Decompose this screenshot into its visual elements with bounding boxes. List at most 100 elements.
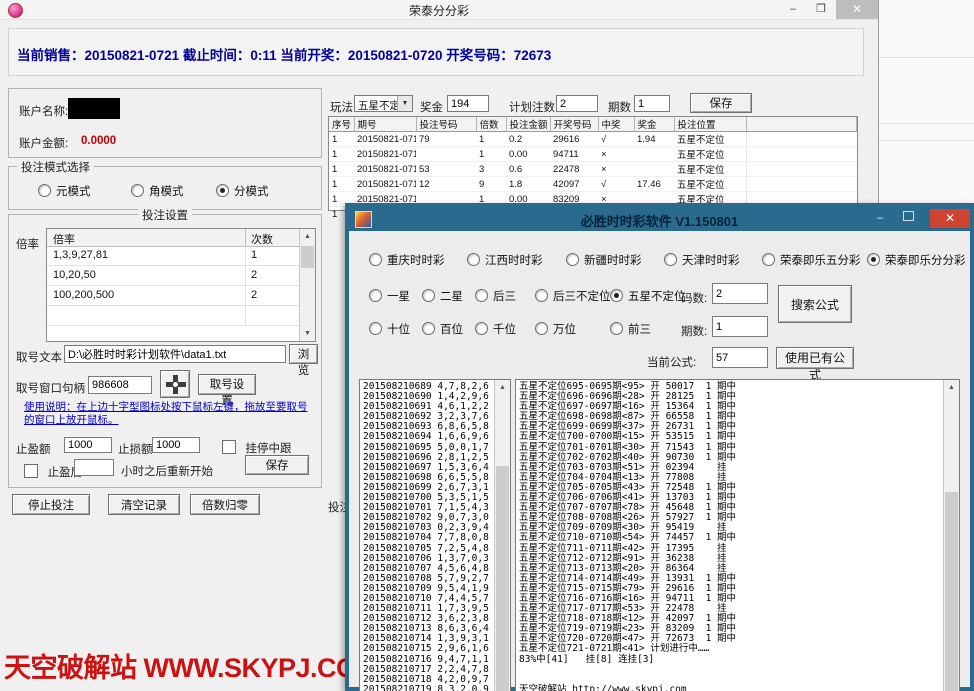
- code-count-input[interactable]: [712, 283, 768, 304]
- titlebar[interactable]: 荣泰分分彩 – ❒ ✕: [0, 0, 878, 20]
- bet-cell: [746, 132, 857, 147]
- mode-option[interactable]: 角模式: [131, 182, 184, 198]
- fetch-setup-button[interactable]: 取号设置: [198, 374, 256, 395]
- position-option[interactable]: 百位: [422, 320, 463, 336]
- maximize-button[interactable]: [896, 209, 920, 228]
- radio-icon: [422, 322, 435, 335]
- rate-row[interactable]: [47, 306, 300, 326]
- bet-row[interactable]: 120150821-07175330.622478×五星不定位: [329, 162, 857, 177]
- prize-input[interactable]: [447, 95, 489, 112]
- mode-option[interactable]: 元模式: [38, 182, 91, 198]
- bet-cell: ×: [598, 147, 634, 162]
- current-formula-input[interactable]: [712, 347, 768, 368]
- result-lines: 五星不定位695-0695期<95> 开 50017 1 期中五星不定位696-…: [519, 382, 943, 691]
- scrollbar-thumb[interactable]: [496, 466, 509, 691]
- bet-type-option[interactable]: 后三: [475, 287, 516, 303]
- fetch-path-input[interactable]: [64, 345, 286, 363]
- settings-legend: 投注设置: [138, 207, 192, 223]
- scrollbar-thumb[interactable]: [301, 246, 314, 268]
- result-list-scrollbar[interactable]: [943, 380, 959, 691]
- chevron-down-icon[interactable]: [397, 96, 412, 111]
- bet-row[interactable]: 120150821-07157910.229616√1.94五星不定位: [329, 132, 857, 147]
- rate-table-body[interactable]: 1,3,9,27,81110,20,502100,200,5002: [47, 246, 300, 341]
- rate-row[interactable]: 1,3,9,27,811: [47, 246, 300, 266]
- stop-loss-input[interactable]: [152, 437, 200, 453]
- draw-number-list[interactable]: 201508210689 4,7,8,2,6201508210690 1,4,2…: [359, 379, 511, 691]
- pause-follow-label: 挂停中跟: [245, 443, 291, 455]
- position-option[interactable]: 前三: [610, 320, 651, 336]
- bet-cell: 1: [329, 147, 354, 162]
- scroll-up-icon[interactable]: [495, 380, 510, 395]
- mode-option[interactable]: 分模式: [216, 182, 269, 198]
- minimize-button[interactable]: –: [780, 0, 806, 19]
- bet-history-table[interactable]: 序号期号投注号码倍数投注金额开奖号码中奖奖金投注位置 120150821-071…: [328, 116, 858, 211]
- rate-row[interactable]: 100,200,5002: [47, 286, 300, 306]
- play-type-select[interactable]: 五星不定位: [354, 95, 413, 112]
- bet-row[interactable]: 120150821-071610.0094711×五星不定位: [329, 147, 857, 162]
- scroll-up-icon[interactable]: [944, 380, 959, 395]
- prize-label: 奖金: [420, 99, 443, 115]
- game-option[interactable]: 天津时时彩: [664, 251, 740, 267]
- period-count-input[interactable]: [634, 95, 670, 112]
- resume-hours-input[interactable]: [74, 459, 114, 476]
- crosshair-drag-icon[interactable]: [160, 370, 190, 398]
- bet-col-header: 投注位置: [674, 117, 746, 132]
- status-panel: 当前销售：20150821-0721 截止时间：0:11 当前开奖：201508…: [8, 28, 864, 76]
- position-option[interactable]: 千位: [475, 320, 516, 336]
- handle-input[interactable]: [88, 376, 152, 394]
- scroll-down-icon[interactable]: [300, 326, 315, 341]
- bet-cell: 3: [476, 162, 506, 177]
- game-option[interactable]: 新疆时时彩: [566, 251, 642, 267]
- scrollbar-thumb[interactable]: [945, 492, 958, 691]
- draw-list-scrollbar[interactable]: [494, 380, 510, 691]
- maximize-button[interactable]: ❒: [808, 0, 834, 19]
- titlebar[interactable]: 必胜时时彩软件 V1.150801 – ✕: [349, 207, 970, 231]
- rate-table-scrollbar[interactable]: [299, 229, 315, 341]
- divider: [878, 140, 974, 141]
- close-button[interactable]: ✕: [930, 209, 970, 228]
- bet-type-option[interactable]: 二星: [422, 287, 463, 303]
- crosshair-center: [173, 382, 178, 387]
- bet-type-option[interactable]: 五星不定位: [610, 287, 686, 303]
- save-settings-button[interactable]: 保存: [245, 455, 309, 475]
- resume-suffix-label: 小时之后重新开始: [121, 463, 213, 479]
- period-input[interactable]: [712, 316, 768, 337]
- divider: [878, 123, 974, 124]
- close-button[interactable]: ✕: [836, 0, 878, 19]
- game-option[interactable]: 重庆时时彩: [369, 251, 445, 267]
- clear-records-button[interactable]: 清空记录: [108, 494, 180, 515]
- game-option[interactable]: 荣泰即乐五分彩: [762, 251, 861, 267]
- browse-button[interactable]: 浏览: [289, 344, 318, 364]
- position-option[interactable]: 十位: [369, 320, 410, 336]
- mode-group-legend: 投注模式选择: [17, 159, 94, 175]
- bet-type-option[interactable]: 一星: [369, 287, 410, 303]
- search-formula-button[interactable]: 搜索公式: [778, 285, 852, 323]
- minimize-button[interactable]: –: [868, 209, 892, 228]
- bet-cell: 1.8: [506, 177, 550, 192]
- use-formula-button[interactable]: 使用已有公式: [776, 347, 854, 369]
- stop-profit-input[interactable]: [64, 437, 112, 453]
- divider: [878, 57, 974, 58]
- position-option[interactable]: 万位: [535, 320, 576, 336]
- bet-cell: 1: [329, 177, 354, 192]
- list-line: 83%中[41] 挂[8] 连挂[3]: [519, 655, 943, 665]
- bet-cell: ×: [598, 162, 634, 177]
- plan-count-input[interactable]: [556, 95, 598, 112]
- bet-row[interactable]: 120150821-07181291.842097√17.46五星不定位: [329, 177, 857, 192]
- stop-betting-button[interactable]: 停止投注: [12, 494, 90, 515]
- game-option[interactable]: 江西时时彩: [467, 251, 543, 267]
- stop-loss-label: 止损额: [118, 441, 153, 457]
- bet-cell: 0.2: [506, 132, 550, 147]
- bet-type-option[interactable]: 后三不定位: [535, 287, 611, 303]
- list-line: 天空破解站 http://www.skypj.com: [519, 685, 943, 691]
- bet-col-header: 序号: [329, 117, 354, 132]
- rate-row[interactable]: 10,20,502: [47, 266, 300, 286]
- scroll-up-icon[interactable]: [300, 229, 315, 244]
- radio-icon: [475, 322, 488, 335]
- game-option[interactable]: 荣泰即乐分分彩: [867, 251, 966, 267]
- play-type-label: 玩法: [330, 99, 353, 115]
- reset-multiplier-button[interactable]: 倍数归零: [190, 494, 260, 515]
- bet-cell: 79: [416, 132, 476, 147]
- save-plan-button[interactable]: 保存: [690, 93, 752, 113]
- plan-result-list[interactable]: 五星不定位695-0695期<95> 开 50017 1 期中五星不定位696-…: [515, 379, 960, 691]
